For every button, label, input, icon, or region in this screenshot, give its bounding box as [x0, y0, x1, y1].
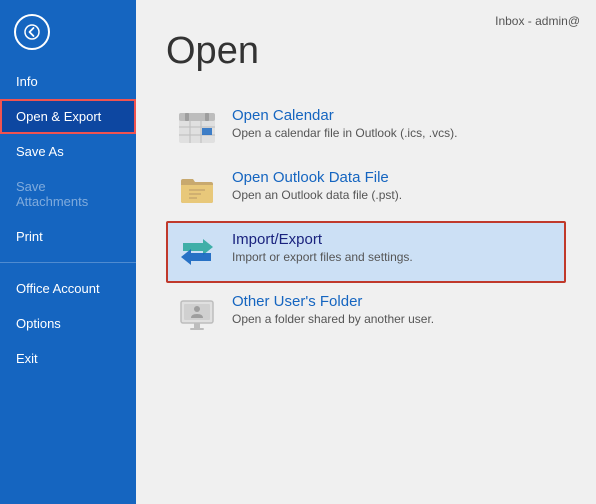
option-import-export-text: Import/Export Import or export files and… [232, 231, 413, 264]
back-button-container [0, 0, 136, 64]
page-title: Open [166, 30, 566, 73]
sidebar-item-options[interactable]: Options [0, 306, 136, 341]
sidebar-bottom: Office Account Options Exit [0, 271, 136, 386]
sidebar-item-save-attachments: Save Attachments [0, 169, 136, 219]
inbox-label: Inbox - admin@ [495, 14, 580, 28]
option-other-user-folder[interactable]: Other User's Folder Open a folder shared… [166, 283, 566, 345]
option-open-calendar-desc: Open a calendar file in Outlook (.ics, .… [232, 126, 457, 140]
sidebar-item-office-account[interactable]: Office Account [0, 271, 136, 306]
option-open-data-file-desc: Open an Outlook data file (.pst). [232, 188, 402, 202]
shared-folder-icon [176, 293, 218, 335]
option-open-data-file-text: Open Outlook Data File Open an Outlook d… [232, 169, 402, 202]
sidebar-item-open-export[interactable]: Open & Export [0, 99, 136, 134]
main-content: Inbox - admin@ Open [136, 0, 596, 504]
sidebar-nav: Info Open & Export Save As Save Attachme… [0, 64, 136, 504]
data-file-icon [176, 169, 218, 211]
sidebar-item-exit[interactable]: Exit [0, 341, 136, 376]
sidebar: Info Open & Export Save As Save Attachme… [0, 0, 136, 504]
option-import-export-desc: Import or export files and settings. [232, 250, 413, 264]
option-import-export[interactable]: Import/Export Import or export files and… [166, 221, 566, 283]
options-list: Open Calendar Open a calendar file in Ou… [166, 97, 566, 345]
back-button[interactable] [14, 14, 50, 50]
sidebar-item-info[interactable]: Info [0, 64, 136, 99]
sidebar-divider [0, 262, 136, 263]
option-open-calendar-text: Open Calendar Open a calendar file in Ou… [232, 107, 457, 140]
option-other-user-folder-text: Other User's Folder Open a folder shared… [232, 293, 434, 326]
sidebar-item-print[interactable]: Print [0, 219, 136, 254]
option-open-data-file[interactable]: Open Outlook Data File Open an Outlook d… [166, 159, 566, 221]
option-open-calendar-title: Open Calendar [232, 107, 457, 124]
option-open-data-file-title: Open Outlook Data File [232, 169, 402, 186]
option-other-user-folder-desc: Open a folder shared by another user. [232, 312, 434, 326]
calendar-icon [176, 107, 218, 149]
import-export-icon [176, 231, 218, 273]
option-open-calendar[interactable]: Open Calendar Open a calendar file in Ou… [166, 97, 566, 159]
option-other-user-folder-title: Other User's Folder [232, 293, 434, 310]
option-import-export-title: Import/Export [232, 231, 413, 248]
sidebar-item-save-as[interactable]: Save As [0, 134, 136, 169]
